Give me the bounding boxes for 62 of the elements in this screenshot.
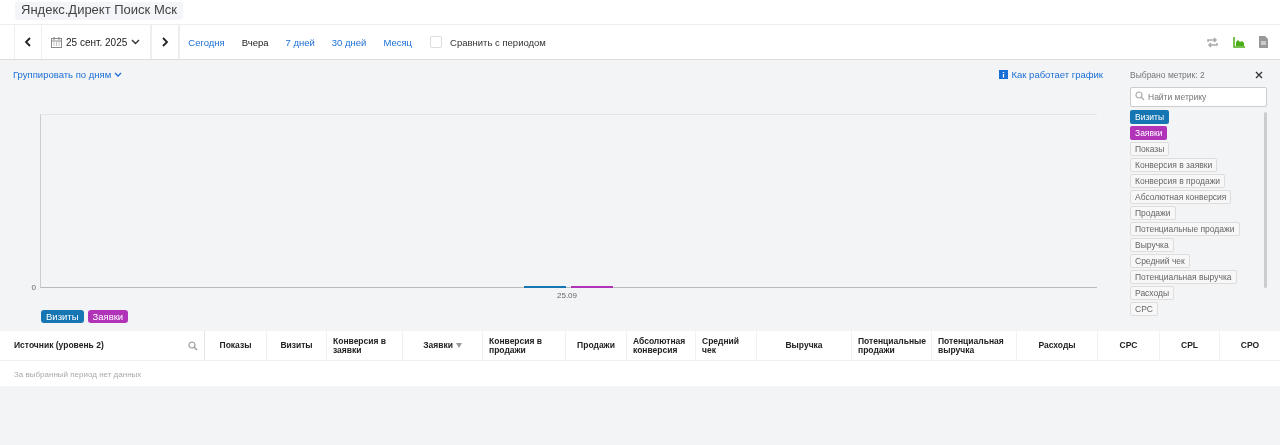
column-header[interactable]: Заявки [403, 331, 483, 360]
compare-label: Сравнить с периодом [450, 36, 546, 48]
metric-tag[interactable]: Визиты [1130, 110, 1170, 124]
period-link[interactable]: 30 дней [331, 36, 367, 48]
compare-checkbox[interactable] [430, 36, 443, 48]
column-header[interactable]: Абсолютная конверсия [627, 331, 696, 360]
legend-tag[interactable]: Визиты [41, 310, 84, 323]
column-header[interactable]: Источник (уровень 2) [0, 331, 205, 360]
chart-icon[interactable] [1233, 36, 1245, 48]
column-header[interactable]: Потенциальная выручка [932, 331, 1017, 360]
period-link[interactable]: Сегодня [188, 36, 225, 48]
info-icon [998, 69, 1008, 79]
metric-tag[interactable]: Конверсия в заявки [1130, 158, 1218, 172]
column-header[interactable]: Расходы [1017, 331, 1098, 360]
report-title: Яндекс.Директ Поиск Мск [15, 2, 184, 20]
metric-tag[interactable]: Средний чек [1130, 254, 1190, 268]
metric-tag[interactable]: Выручка [1130, 238, 1174, 252]
period-link[interactable]: Месяц [383, 36, 413, 48]
column-header[interactable]: CPL [1160, 331, 1220, 360]
column-header[interactable]: Конверсия в продажи [483, 331, 566, 360]
column-header[interactable]: Продажи [566, 331, 627, 360]
metric-search-field[interactable]: Найти метрику [1130, 87, 1267, 107]
close-icon[interactable] [1255, 71, 1263, 79]
refresh-icon[interactable] [1206, 36, 1219, 48]
column-header[interactable]: CPO [1220, 331, 1280, 360]
y-axis-tick: 0 [30, 283, 37, 292]
date-picker[interactable]: 25 сент. 2025 [42, 25, 152, 59]
period-link[interactable]: 7 дней [285, 36, 315, 48]
column-header[interactable]: Потенциальные продажи [852, 331, 932, 360]
metrics-count: Выбрано метрик: 2 [1130, 70, 1205, 80]
metric-tag[interactable]: Показы [1130, 142, 1170, 156]
help-link[interactable]: Как работает график [998, 68, 1103, 80]
previous-button[interactable] [14, 25, 42, 59]
sort-icon [455, 343, 462, 348]
metric-tag[interactable]: Заявки [1130, 126, 1168, 140]
metric-tag[interactable]: Абсолютная конверсия [1130, 190, 1232, 204]
next-button[interactable] [151, 25, 180, 59]
column-header[interactable]: Показы [205, 331, 267, 360]
legend-tag[interactable]: Заявки [87, 310, 129, 323]
empty-message: За выбранный период нет данных [13, 369, 143, 381]
chevron-right-icon [161, 37, 170, 47]
search-icon[interactable] [188, 340, 198, 351]
x-axis-label: 25.09 [557, 291, 578, 300]
metric-tag[interactable]: CPC [1130, 302, 1158, 316]
column-header[interactable]: Визиты [267, 331, 327, 360]
metric-tag[interactable]: Потенциальная выручка [1130, 270, 1237, 284]
metric-tag[interactable]: Расходы [1130, 286, 1175, 300]
metric-tag[interactable]: Конверсия в продажи [1130, 174, 1226, 188]
document-icon[interactable] [1259, 36, 1268, 48]
metric-tag[interactable]: Потенциальные продажи [1130, 222, 1240, 236]
column-header[interactable]: Выручка [757, 331, 852, 360]
group-by-dropdown[interactable]: Группировать по дням [13, 68, 123, 80]
period-link[interactable]: Вчера [241, 36, 269, 48]
column-header[interactable]: Конверсия в заявки [327, 331, 403, 360]
column-header[interactable]: CPC [1098, 331, 1160, 360]
calendar-icon [51, 36, 62, 48]
scrollbar[interactable] [1264, 112, 1267, 288]
column-header[interactable]: Средний чек [696, 331, 757, 360]
caret-icon [114, 71, 123, 77]
chevron-left-icon [24, 37, 32, 47]
caret-icon [131, 39, 141, 45]
metric-tag[interactable]: Продажи [1130, 206, 1176, 220]
